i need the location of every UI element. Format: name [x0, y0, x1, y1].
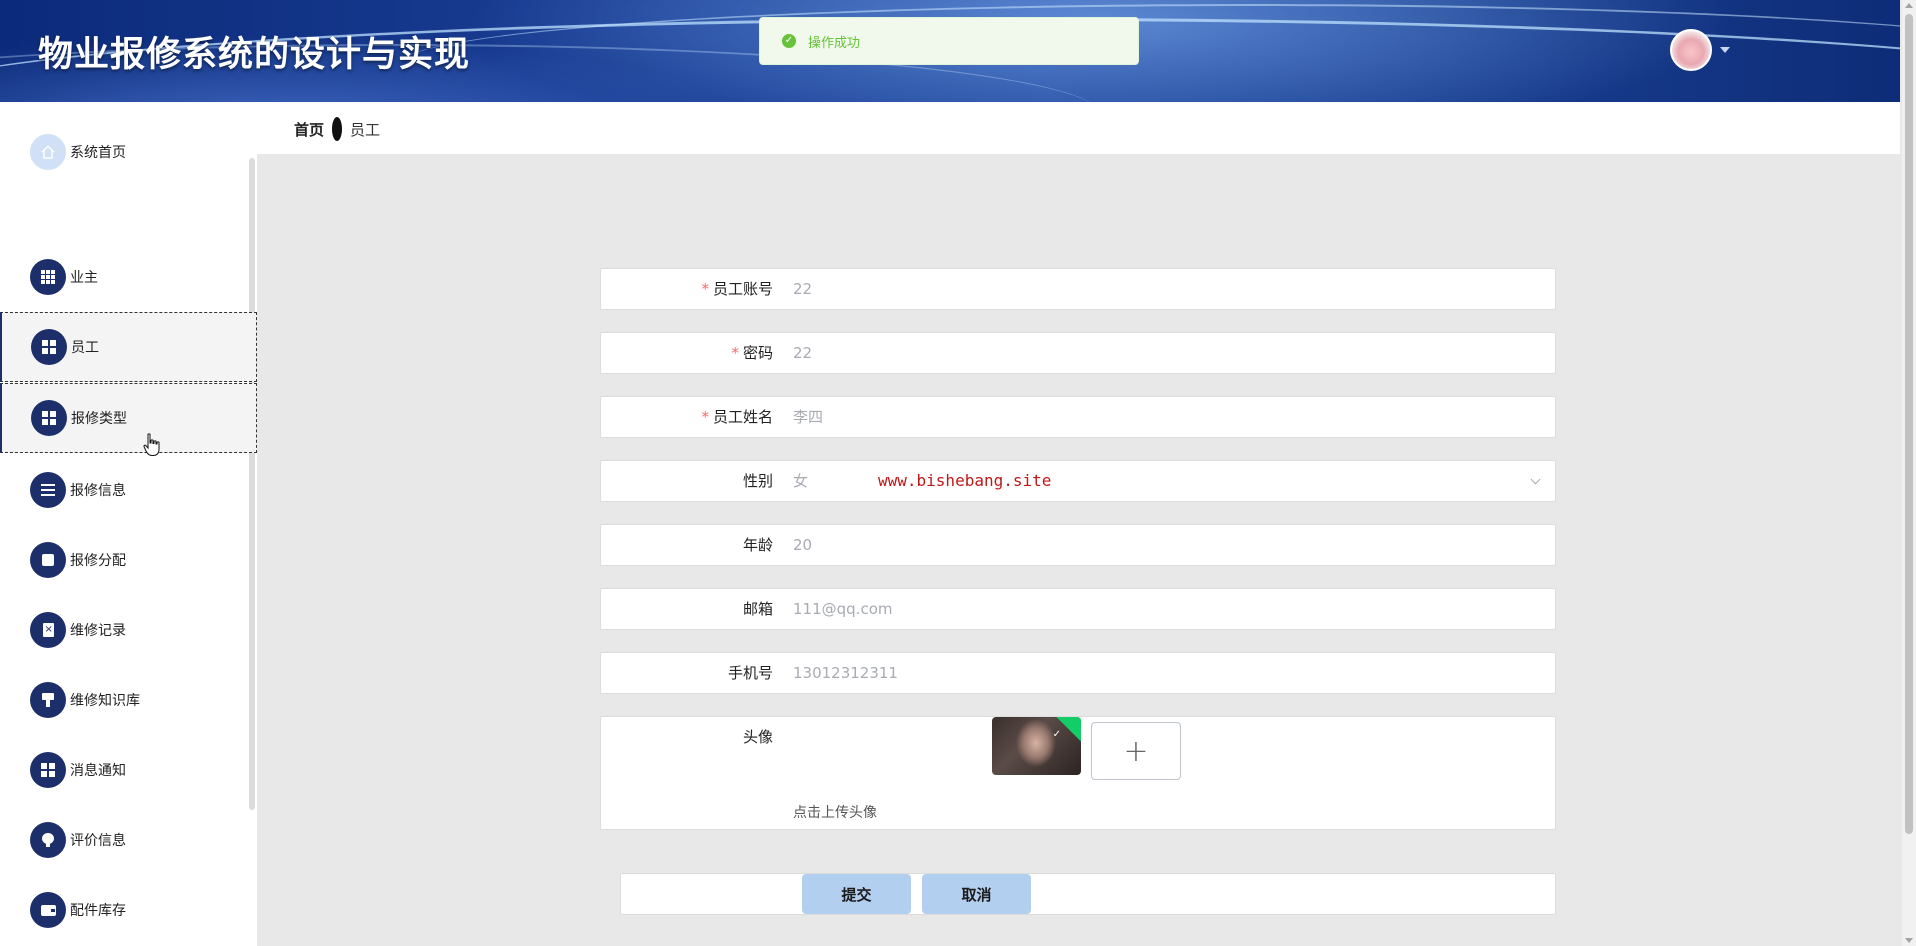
check-icon: ✓: [1052, 729, 1061, 740]
box-icon: [30, 542, 66, 578]
sidebar-item-maintenance-records[interactable]: 维修记录: [0, 595, 257, 665]
page-scrollbar[interactable]: [1902, 0, 1916, 946]
clipboard-icon: [30, 612, 66, 648]
avatar-label: 头像: [742, 728, 773, 746]
sidebar-item-staff[interactable]: 员工: [0, 312, 257, 382]
account-input[interactable]: 22: [793, 269, 812, 309]
email-input[interactable]: 111@qq.com: [793, 589, 892, 629]
breadcrumb-separator-icon: [332, 117, 343, 141]
name-input[interactable]: 李四: [793, 397, 823, 437]
phone-input[interactable]: 13012312311: [793, 653, 898, 693]
sidebar-item-repair-assign[interactable]: 报修分配: [0, 525, 257, 595]
brush-icon: [30, 682, 66, 718]
sidebar-item-label: 维修记录: [70, 623, 126, 639]
user-avatar[interactable]: [1670, 29, 1712, 71]
scroll-up-arrow-icon[interactable]: [1905, 3, 1913, 8]
breadcrumb-home[interactable]: 首页: [294, 119, 324, 140]
home-icon: [30, 134, 66, 170]
phone-label: 手机号: [727, 664, 773, 682]
name-label: * 员工姓名: [701, 408, 773, 426]
email-label: 邮箱: [742, 600, 773, 618]
avatar-upload-tip: 点击上传头像: [793, 805, 877, 821]
form-row-gender[interactable]: 性别 女 www.bishebang.site: [600, 460, 1556, 502]
sidebar-item-repair-types[interactable]: 报修类型: [0, 383, 257, 453]
breadcrumb-current: 员工: [350, 120, 381, 139]
form-row-password: * 密码 22: [600, 332, 1556, 374]
hand-cursor-icon: [143, 433, 160, 456]
form-row-name: * 员工姓名 李四: [600, 396, 1556, 438]
scroll-down-arrow-icon[interactable]: [1905, 938, 1913, 943]
grid-icon: [31, 329, 67, 365]
password-label: * 密码: [731, 344, 773, 362]
password-input[interactable]: 22: [793, 333, 812, 373]
sidebar-item-knowledge-base[interactable]: 维修知识库: [0, 665, 257, 735]
form-actions: 提交 取消: [620, 873, 1556, 915]
watermark-text: www.bishebang.site: [878, 471, 1052, 490]
sidebar-item-label: 报修类型: [71, 411, 127, 427]
grid-icon: [31, 400, 67, 436]
bulb-icon: [30, 822, 66, 858]
sidebar-item-label: 系统首页: [70, 145, 126, 161]
chevron-down-icon[interactable]: [1720, 47, 1730, 53]
account-label: * 员工账号: [701, 280, 773, 298]
breadcrumb-bar: 首页 员工: [257, 102, 1900, 154]
sidebar-item-reviews[interactable]: 评价信息: [0, 805, 257, 875]
sidebar-item-label: 报修分配: [70, 553, 126, 569]
success-toast: ✓ 操作成功: [759, 17, 1139, 65]
sidebar: 系统首页 业主 员工 报修类型 报修信息 报修分配 维修记录: [0, 102, 257, 946]
sidebar-item-notifications[interactable]: 消息通知: [0, 735, 257, 805]
sidebar-item-parts-inventory[interactable]: 配件库存: [0, 875, 257, 945]
form-row-phone: 手机号 13012312311: [600, 652, 1556, 694]
sidebar-item-label: 评价信息: [70, 833, 126, 849]
app-title: 物业报修系统的设计与实现: [38, 35, 471, 75]
toast-message: 操作成功: [808, 35, 861, 51]
breadcrumb: 首页 员工: [294, 117, 380, 141]
submit-button[interactable]: 提交: [802, 874, 911, 914]
wallet-icon: [30, 892, 66, 928]
sidebar-item-label: 配件库存: [70, 903, 126, 919]
sidebar-item-label: 员工: [71, 340, 99, 356]
sidebar-item-label: 业主: [70, 270, 98, 286]
sidebar-item-owners[interactable]: 业主: [0, 242, 257, 312]
gender-label: 性别: [742, 472, 773, 490]
success-check-icon: ✓: [782, 34, 796, 48]
chevron-down-icon[interactable]: [1530, 474, 1541, 485]
form-row-age: 年龄 20: [600, 524, 1556, 566]
form-row-account: * 员工账号 22: [600, 268, 1556, 310]
grid-icon: [30, 752, 66, 788]
avatar-upload-button[interactable]: +: [1091, 722, 1181, 780]
user-menu[interactable]: [1670, 29, 1730, 71]
age-input[interactable]: 20: [793, 525, 812, 565]
grid-icon: [30, 259, 66, 295]
scrollbar-thumb[interactable]: [1905, 14, 1913, 834]
cancel-button[interactable]: 取消: [922, 874, 1031, 914]
sidebar-item-label: 消息通知: [70, 763, 126, 779]
form-row-avatar: 头像 ✓ + 点击上传头像: [600, 716, 1556, 830]
sidebar-item-label: 报修信息: [70, 483, 126, 499]
sidebar-item-home[interactable]: 系统首页: [0, 117, 257, 187]
sidebar-item-label: 维修知识库: [70, 693, 140, 709]
age-label: 年龄: [742, 536, 773, 554]
avatar-thumbnail[interactable]: ✓: [992, 717, 1081, 775]
list-icon: [30, 472, 66, 508]
sidebar-item-repair-info[interactable]: 报修信息: [0, 455, 257, 525]
gender-select[interactable]: 女: [793, 461, 808, 501]
form-row-email: 邮箱 111@qq.com: [600, 588, 1556, 630]
